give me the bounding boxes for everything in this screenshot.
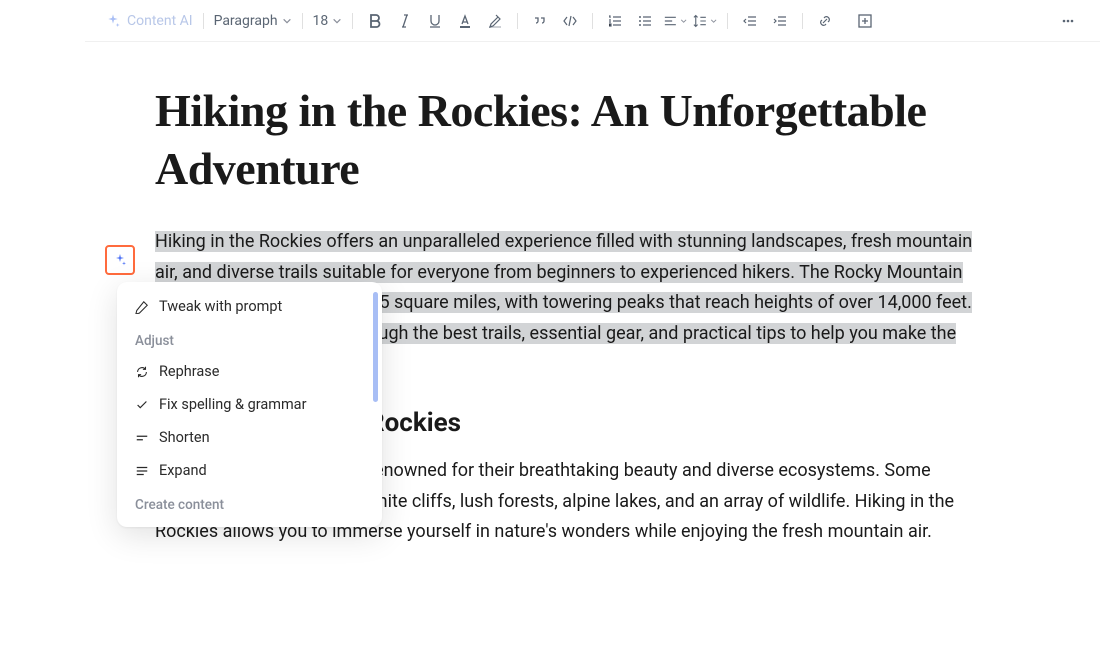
style-select-value: Paragraph	[214, 13, 278, 29]
check-icon	[135, 398, 149, 412]
chevron-down-icon	[680, 17, 687, 25]
sparkle-icon	[112, 252, 128, 268]
line-height-button[interactable]	[693, 9, 717, 33]
menu-label: Expand	[159, 462, 207, 479]
refresh-icon	[135, 365, 149, 379]
toolbar-divider	[302, 13, 303, 29]
bold-button[interactable]	[363, 9, 387, 33]
unordered-list-button[interactable]	[633, 9, 657, 33]
document-title[interactable]: Hiking in the Rockies: An Unforgettable …	[155, 82, 980, 197]
create-content-header: Create content	[117, 487, 382, 519]
underline-button[interactable]	[423, 9, 447, 33]
text-color-button[interactable]	[453, 9, 477, 33]
editor-toolbar: Content AI Paragraph 18	[85, 0, 1100, 42]
highlight-button[interactable]	[483, 9, 507, 33]
ai-context-menu: Tweak with prompt Adjust Rephrase Fix sp…	[117, 282, 382, 527]
align-button[interactable]	[663, 9, 687, 33]
menu-label: Tweak with prompt	[159, 298, 282, 315]
quote-button[interactable]	[528, 9, 552, 33]
ai-margin-button[interactable]	[105, 245, 135, 275]
more-options-button[interactable]	[1056, 9, 1080, 33]
outdent-button[interactable]	[738, 9, 762, 33]
toolbar-divider	[203, 13, 204, 29]
menu-label: Shorten	[159, 429, 210, 446]
shorten-item[interactable]: Shorten	[117, 421, 382, 454]
paragraph-style-select[interactable]: Paragraph	[214, 13, 292, 29]
content-ai-label: Content AI	[127, 13, 193, 29]
menu-label: Rephrase	[159, 363, 219, 380]
rephrase-item[interactable]: Rephrase	[117, 355, 382, 388]
toolbar-divider	[517, 13, 518, 29]
chevron-down-icon	[710, 17, 717, 25]
indent-button[interactable]	[768, 9, 792, 33]
content-ai-button[interactable]: Content AI	[105, 13, 193, 29]
link-button[interactable]	[813, 9, 837, 33]
fix-spelling-item[interactable]: Fix spelling & grammar	[117, 388, 382, 421]
menu-label: Fix spelling & grammar	[159, 396, 306, 413]
toolbar-divider	[727, 13, 728, 29]
toolbar-divider	[352, 13, 353, 29]
pencil-icon	[135, 300, 149, 314]
chevron-down-icon	[282, 16, 292, 26]
insert-button[interactable]	[853, 9, 877, 33]
expand-item[interactable]: Expand	[117, 454, 382, 487]
toolbar-divider	[802, 13, 803, 29]
adjust-header: Adjust	[117, 323, 382, 355]
scrollbar-thumb[interactable]	[373, 292, 378, 402]
tweak-with-prompt-item[interactable]: Tweak with prompt	[117, 290, 382, 323]
ordered-list-button[interactable]	[603, 9, 627, 33]
font-size-value: 18	[313, 13, 329, 29]
expand-icon	[135, 464, 149, 478]
chevron-down-icon	[332, 16, 342, 26]
font-size-select[interactable]: 18	[313, 13, 343, 29]
shorten-icon	[135, 431, 149, 445]
toolbar-divider	[592, 13, 593, 29]
sparkle-icon	[105, 13, 121, 29]
italic-button[interactable]	[393, 9, 417, 33]
code-button[interactable]	[558, 9, 582, 33]
